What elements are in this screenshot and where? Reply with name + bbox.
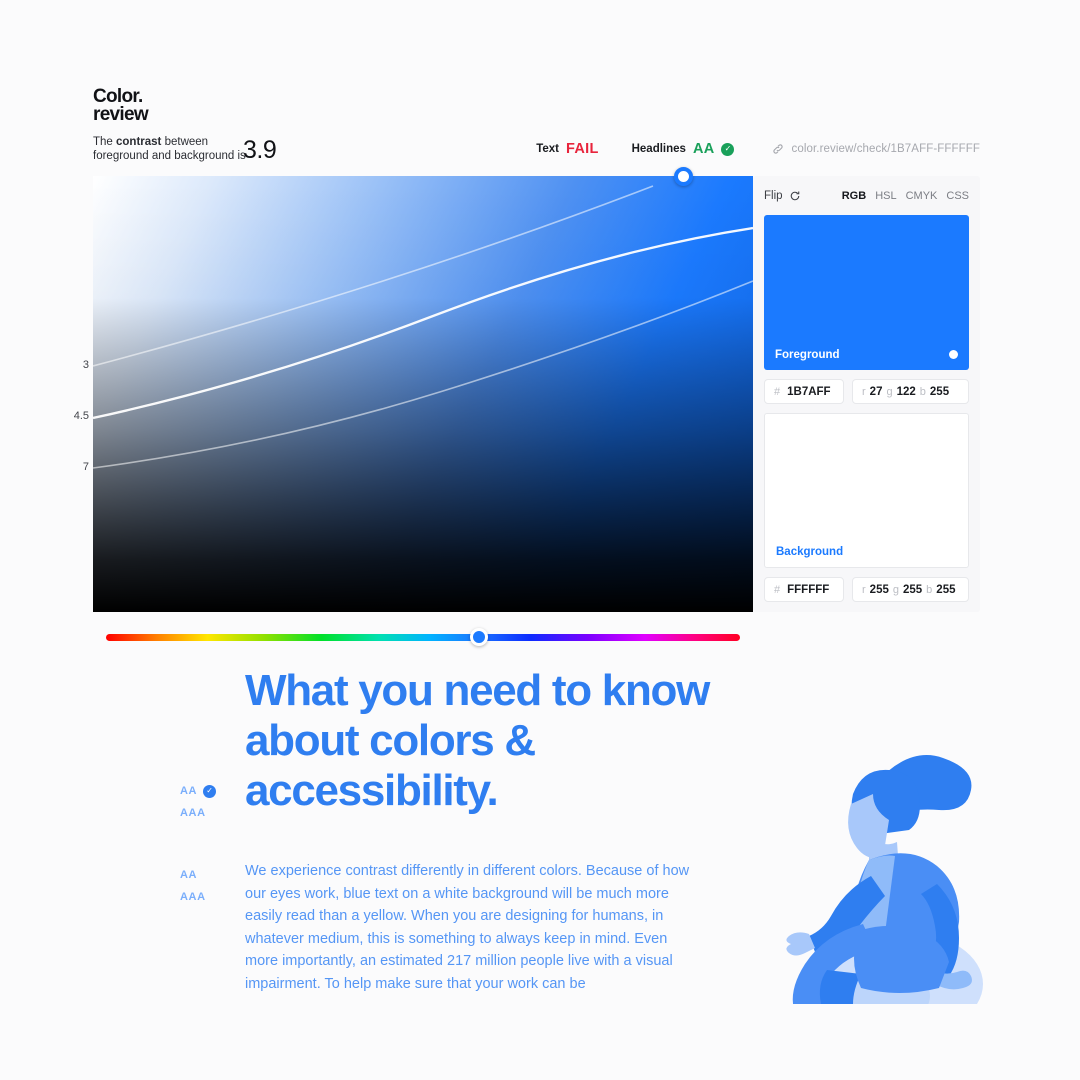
contrast-description: The contrast between foreground and back…: [93, 136, 268, 163]
headline-badge-aaa-label: AAA: [180, 807, 206, 819]
background-g-value: 255: [902, 583, 923, 596]
workspace: 3 4.5 7 Flip RGB HSL CMYK CSS Foreground…: [74, 167, 980, 612]
judge-headlines: Headlines AA ✓: [632, 141, 735, 157]
hue-slider-handle[interactable]: [470, 628, 488, 646]
headline-badge-aaa: AAA: [180, 802, 232, 824]
background-hex-value: FFFFFF: [787, 583, 830, 596]
background-fields: # FFFFFF r 255 g 255 b 255: [764, 577, 969, 602]
permalink[interactable]: color.review/check/1B7AFF-FFFFFF: [772, 143, 980, 155]
background-r-value: 255: [869, 583, 889, 596]
panel-header: Flip RGB HSL CMYK CSS: [764, 186, 969, 206]
b-key: b: [926, 583, 933, 596]
hex-symbol: #: [774, 385, 781, 398]
app-logo[interactable]: Color. review: [93, 86, 980, 125]
rotate-icon: [790, 191, 799, 201]
hex-symbol: #: [774, 583, 781, 596]
foreground-hex-value: 1B7AFF: [787, 385, 831, 398]
contrast-score: 3.9: [243, 136, 277, 164]
judge-text: Text FAIL: [536, 141, 598, 157]
contrast-label-bold: contrast: [116, 136, 162, 148]
color-mode-tabs: RGB HSL CMYK CSS: [842, 190, 969, 202]
permalink-text: color.review/check/1B7AFF-FFFFFF: [791, 143, 980, 155]
foreground-b-value: 255: [929, 385, 950, 398]
contrast-curves: [93, 185, 753, 469]
contrast-label-line2: foreground and background is: [93, 149, 246, 162]
background-swatch[interactable]: Background: [764, 413, 969, 568]
selected-dot-icon: [949, 350, 958, 359]
r-key: r: [862, 583, 866, 596]
foreground-g-value: 122: [896, 385, 916, 398]
foreground-picker-handle[interactable]: [674, 167, 693, 186]
tab-hsl[interactable]: HSL: [875, 190, 896, 202]
body-badge-aaa-label: AAA: [180, 891, 206, 903]
contrast-label-prefix: The: [93, 136, 117, 148]
body-badges: AA AAA: [180, 864, 232, 908]
b-key: b: [919, 385, 926, 398]
judge-headlines-value: AA: [692, 141, 715, 157]
contrast-plot[interactable]: 3 4.5 7: [74, 167, 753, 612]
check-circle-icon: ✓: [203, 784, 217, 798]
headline-badges: AA ✓ AAA: [180, 780, 232, 824]
flip-button[interactable]: Flip: [764, 190, 801, 202]
body-badge-aaa: AAA: [180, 886, 232, 908]
foreground-label: Foreground: [775, 349, 840, 361]
headline-badge-aa: AA ✓: [180, 780, 232, 802]
tab-css[interactable]: CSS: [946, 190, 969, 202]
compliance-indicators: Text FAIL Headlines AA ✓ color.review/ch…: [503, 141, 980, 157]
g-key: g: [886, 385, 893, 398]
background-label: Background: [776, 546, 844, 558]
color-panel: Flip RGB HSL CMYK CSS Foreground # 1B7AF…: [753, 176, 980, 612]
article-preview: AA ✓ AAA What you need to know about col…: [180, 666, 1010, 1004]
tab-rgb[interactable]: RGB: [842, 190, 866, 202]
judge-headlines-label: Headlines: [631, 143, 686, 155]
background-hex-field[interactable]: # FFFFFF: [764, 577, 844, 602]
judge-text-value: FAIL: [565, 141, 599, 157]
hue-slider-track[interactable]: [106, 634, 740, 641]
axis-tick-7: 7: [82, 461, 89, 473]
r-key: r: [862, 385, 866, 398]
article-paragraph: We experience contrast differently in di…: [245, 863, 690, 992]
foreground-fields: # 1B7AFF r 27 g 122 b 255: [764, 379, 969, 404]
body-badge-aa-label: AA: [180, 869, 198, 881]
headline-badge-aa-label: AA: [180, 785, 198, 797]
contrast-label-suffix: between: [161, 136, 209, 148]
article-headline: What you need to know about colors & acc…: [245, 666, 710, 815]
g-key: g: [892, 583, 899, 596]
logo-line-2: review: [93, 104, 149, 125]
plot-y-axis: 3 4.5 7: [63, 176, 89, 612]
color-review-app: Color. review The contrast between foreg…: [74, 86, 980, 648]
page-root: Color. review The contrast between foreg…: [0, 0, 1080, 1080]
foreground-rgb-field[interactable]: r 27 g 122 b 255: [852, 379, 969, 404]
foreground-swatch[interactable]: Foreground: [764, 215, 969, 370]
background-b-value: 255: [936, 583, 956, 596]
judge-text-label: Text: [536, 143, 559, 155]
background-rgb-field[interactable]: r 255 g 255 b 255: [852, 577, 969, 602]
contrast-summary-row: The contrast between foreground and back…: [93, 136, 980, 170]
seated-person-illustration: [786, 755, 983, 1004]
foreground-hex-field[interactable]: # 1B7AFF: [764, 379, 844, 404]
tab-cmyk[interactable]: CMYK: [906, 190, 938, 202]
logo-line-1: Color.: [93, 86, 143, 107]
check-circle-icon: ✓: [721, 142, 735, 156]
axis-tick-3: 3: [82, 359, 89, 371]
foreground-r-value: 27: [869, 385, 883, 398]
link-icon: [773, 144, 784, 154]
hue-slider[interactable]: [93, 628, 740, 648]
flip-label: Flip: [764, 190, 783, 202]
axis-tick-4.5: 4.5: [73, 410, 89, 422]
body-badge-aa: AA: [180, 864, 232, 886]
